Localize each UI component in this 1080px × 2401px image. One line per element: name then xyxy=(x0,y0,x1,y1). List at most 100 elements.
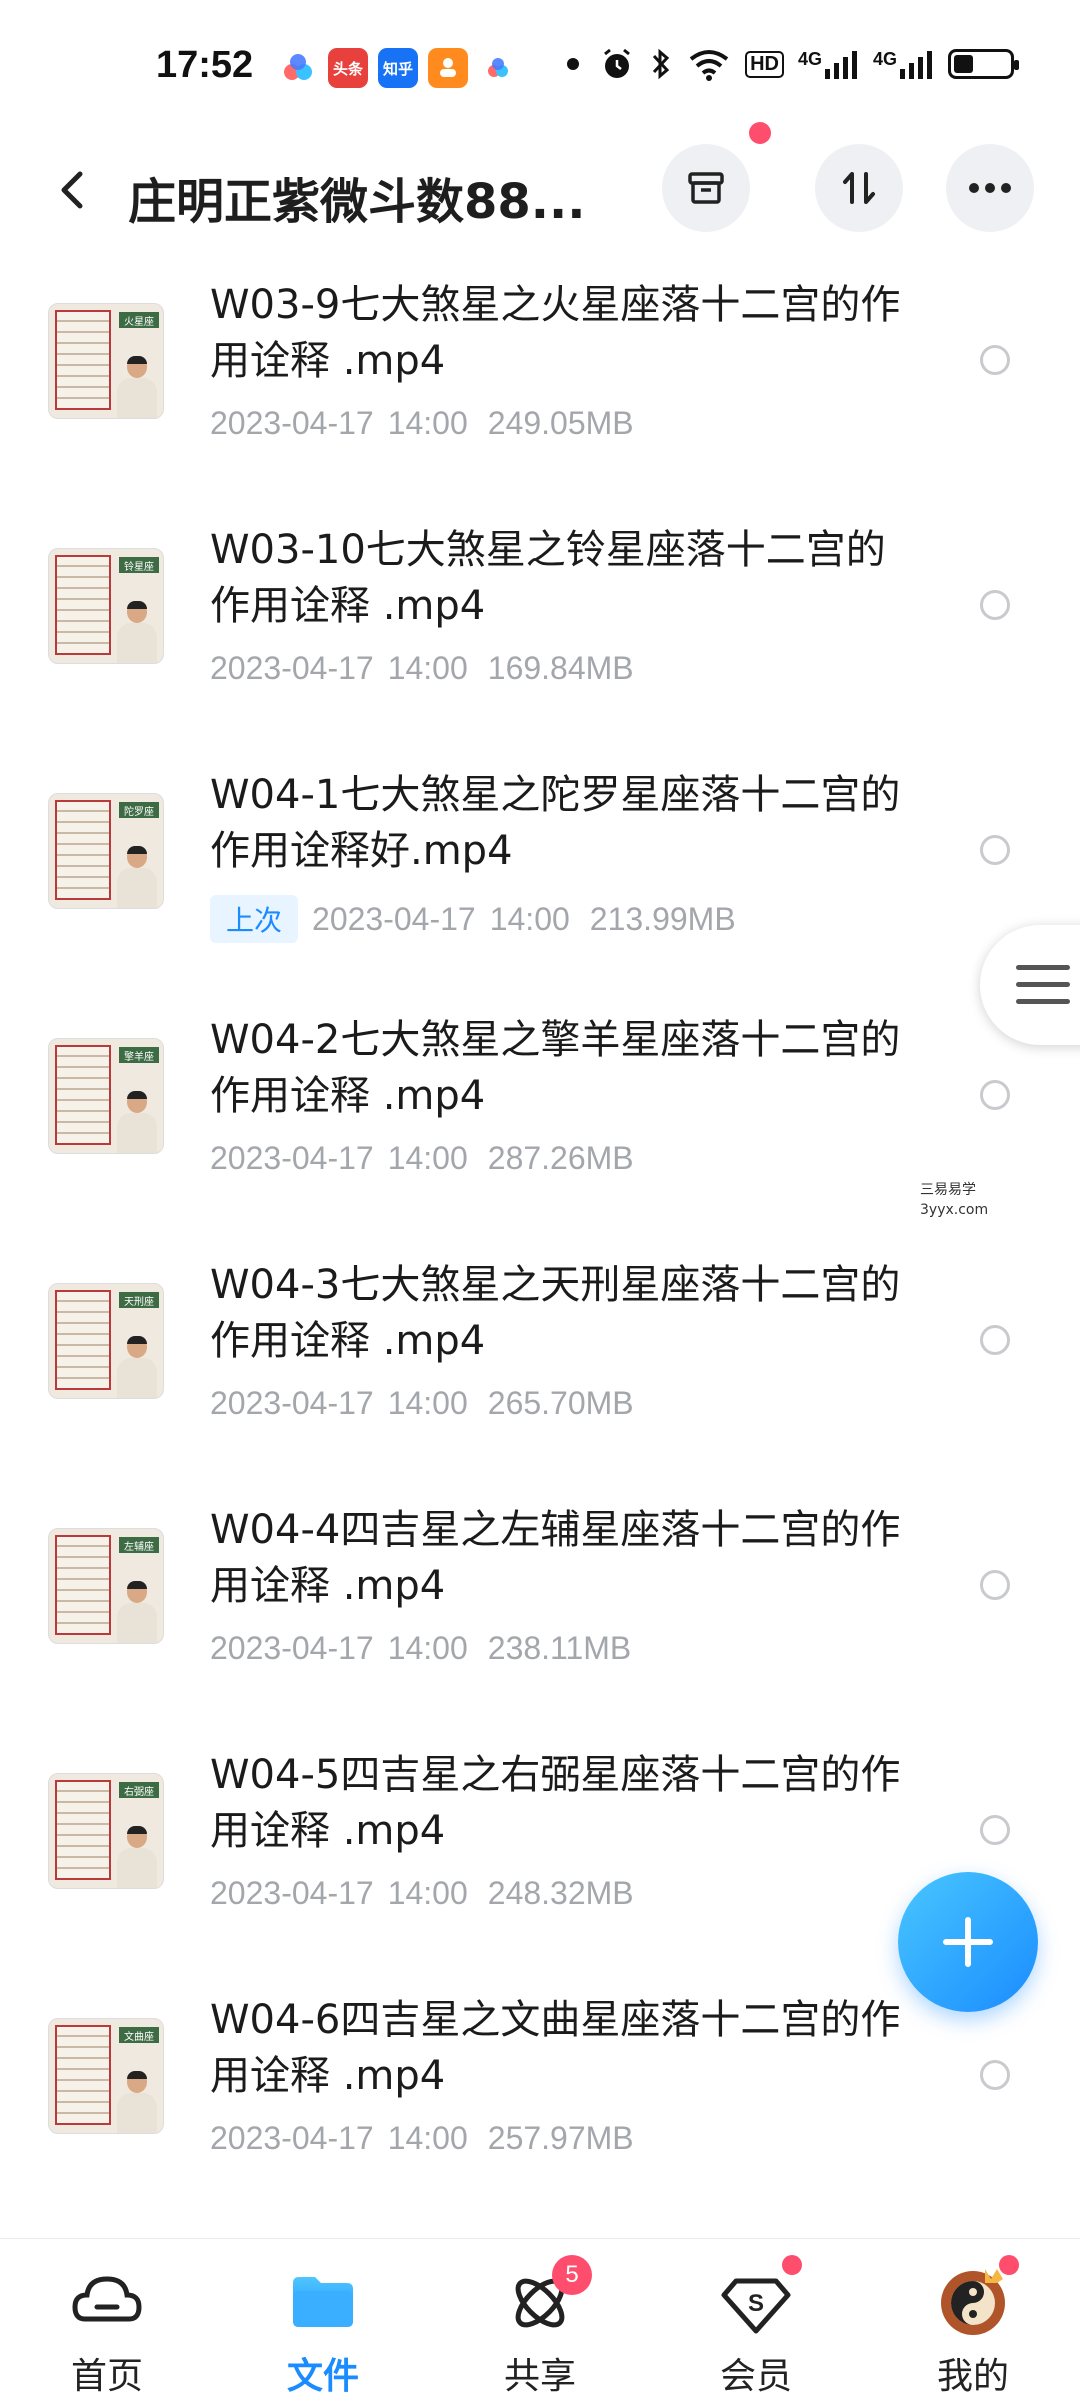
presenter-figure xyxy=(117,1826,157,1888)
chart-thumbnail-graphic xyxy=(55,1535,111,1635)
plus-icon xyxy=(943,1917,993,1967)
file-meta: 2023-04-17 14:00 265.70MB xyxy=(210,1385,634,1422)
alarm-icon xyxy=(604,48,631,78)
file-row[interactable]: 陀罗座 W04-1七大煞星之陀罗星座落十二宫的作用诠释好.mp4 上次 2023… xyxy=(0,745,1080,990)
signal-2-group: 4G xyxy=(873,49,934,79)
select-checkbox[interactable] xyxy=(980,590,1010,620)
file-meta: 2023-04-17 14:00 248.32MB xyxy=(210,1875,634,1912)
file-name: W04-5四吉星之右弼星座落十二宫的作用诠释 .mp4 xyxy=(210,1752,901,1854)
select-checkbox[interactable] xyxy=(980,1570,1010,1600)
video-thumbnail: 右弼座 xyxy=(48,1773,164,1889)
chart-thumbnail-graphic xyxy=(55,310,111,410)
baidu-netdisk-icon xyxy=(278,48,318,88)
share-badge: 5 xyxy=(552,2255,592,2295)
presenter-body xyxy=(117,1358,157,1398)
file-time: 14:00 xyxy=(489,900,570,937)
presenter-hair xyxy=(127,846,147,854)
presenter-figure xyxy=(117,1091,157,1153)
thumbnail-label: 文曲座 xyxy=(119,2027,159,2043)
network-type-1: 4G xyxy=(797,49,822,69)
archive-notification-dot xyxy=(749,122,771,144)
mine-notification-dot xyxy=(999,2255,1019,2275)
select-checkbox[interactable] xyxy=(980,835,1010,865)
presenter-figure xyxy=(117,356,157,418)
menu-icon-line xyxy=(1016,999,1070,1004)
file-date: 2023-04-17 xyxy=(312,900,476,937)
file-date: 2023-04-17 xyxy=(210,2120,374,2156)
tab-files-label: 文件 xyxy=(286,2356,359,2397)
presenter-hair xyxy=(127,1336,147,1344)
presenter-body xyxy=(117,378,157,418)
file-name: W03-10七大煞星之铃星座落十二宫的作用诠释 .mp4 xyxy=(210,527,886,629)
file-row[interactable]: 文曲座 W04-6四吉星之文曲星座落十二宫的作用诠释 .mp4 2023-04-… xyxy=(0,1970,1080,2215)
presenter-figure xyxy=(117,846,157,908)
select-checkbox[interactable] xyxy=(980,1815,1010,1845)
page-title: 庄明正紫微斗数88... xyxy=(128,174,586,230)
file-row[interactable]: 铃星座 W03-10七大煞星之铃星座落十二宫的作用诠释 .mp4 2023-04… xyxy=(0,500,1080,745)
baidu-netdisk-small-icon xyxy=(478,48,518,88)
thumbnail-label: 右弼座 xyxy=(119,1782,159,1798)
presenter-hair xyxy=(127,356,147,364)
file-date: 2023-04-17 xyxy=(210,1385,374,1421)
thumbnail-label: 火星座 xyxy=(119,312,159,328)
file-date: 2023-04-17 xyxy=(210,1875,374,1911)
thumbnail-label: 陀罗座 xyxy=(119,802,159,818)
chevron-left-icon[interactable] xyxy=(44,162,100,218)
presenter-figure xyxy=(117,1581,157,1643)
archive-button[interactable] xyxy=(662,144,750,232)
file-meta: 2023-04-17 14:00 287.26MB xyxy=(210,1140,634,1177)
file-row[interactable]: 擎羊座 W04-2七大煞星之擎羊星座落十二宫的作用诠释 .mp4 2023-04… xyxy=(0,990,1080,1235)
vip-diamond-icon: S xyxy=(716,2255,802,2341)
select-checkbox[interactable] xyxy=(980,1325,1010,1355)
presenter-hair xyxy=(127,2071,147,2079)
zhihu-icon: 知乎 xyxy=(378,48,418,88)
more-button[interactable] xyxy=(946,144,1034,232)
app-orange-icon xyxy=(428,48,468,88)
presenter-body xyxy=(117,623,157,663)
file-row[interactable]: 左辅座 W04-4四吉星之左辅星座落十二宫的作用诠释 .mp4 2023-04-… xyxy=(0,1480,1080,1725)
tab-mine[interactable]: 我的 xyxy=(898,2255,1048,2399)
svg-text:S: S xyxy=(748,2290,764,2317)
presenter-figure xyxy=(117,2071,157,2133)
presenter-figure xyxy=(117,601,157,663)
file-size: 169.84MB xyxy=(487,650,634,686)
tab-share-label: 共享 xyxy=(503,2356,576,2397)
vip-notification-dot xyxy=(782,2255,802,2275)
add-button[interactable] xyxy=(898,1872,1038,2012)
video-thumbnail: 陀罗座 xyxy=(48,793,164,909)
archive-icon xyxy=(688,172,724,204)
video-thumbnail: 左辅座 xyxy=(48,1528,164,1644)
file-meta: 2023-04-17 14:00 169.84MB xyxy=(210,650,634,687)
sort-button[interactable] xyxy=(815,144,903,232)
file-row[interactable]: 天刑座 W04-3七大煞星之天刑星座落十二宫的作用诠释 .mp4 2023-04… xyxy=(0,1235,1080,1480)
presenter-hair xyxy=(127,1091,147,1099)
file-size: 257.97MB xyxy=(487,2120,634,2156)
more-icon xyxy=(969,183,1011,193)
chart-thumbnail-graphic xyxy=(55,1045,111,1145)
menu-icon xyxy=(1016,965,1070,970)
tab-share[interactable]: 5 共享 xyxy=(465,2255,615,2399)
tab-files[interactable]: 文件 xyxy=(248,2261,398,2399)
status-time: 17:52 xyxy=(156,44,254,86)
presenter-body xyxy=(117,1848,157,1888)
file-name: W03-9七大煞星之火星座落十二宫的作用诠释 .mp4 xyxy=(210,282,901,384)
bottom-nav: 首页 文件 5 共享 S 会员 我的 xyxy=(0,2238,1080,2401)
video-thumbnail: 天刑座 xyxy=(48,1283,164,1399)
video-thumbnail: 擎羊座 xyxy=(48,1038,164,1154)
file-row[interactable]: 火星座 W03-9七大煞星之火星座落十二宫的作用诠释 .mp4 2023-04-… xyxy=(0,255,1080,500)
tab-vip[interactable]: S 会员 xyxy=(681,2255,831,2399)
file-date: 2023-04-17 xyxy=(210,1630,374,1666)
watermark: 三易易学 3yyx.com xyxy=(920,1180,988,1220)
select-checkbox[interactable] xyxy=(980,1080,1010,1110)
tab-vip-label: 会员 xyxy=(719,2356,792,2397)
tab-home[interactable]: 首页 xyxy=(32,2261,182,2399)
cloud-home-icon xyxy=(67,2261,147,2341)
watermark-line2: 3yyx.com xyxy=(920,1202,989,1218)
file-time: 14:00 xyxy=(387,405,468,441)
file-time: 14:00 xyxy=(387,1385,468,1421)
file-size: 265.70MB xyxy=(487,1385,634,1421)
select-checkbox[interactable] xyxy=(980,345,1010,375)
file-time: 14:00 xyxy=(387,1875,468,1911)
video-thumbnail: 文曲座 xyxy=(48,2018,164,2134)
select-checkbox[interactable] xyxy=(980,2060,1010,2090)
